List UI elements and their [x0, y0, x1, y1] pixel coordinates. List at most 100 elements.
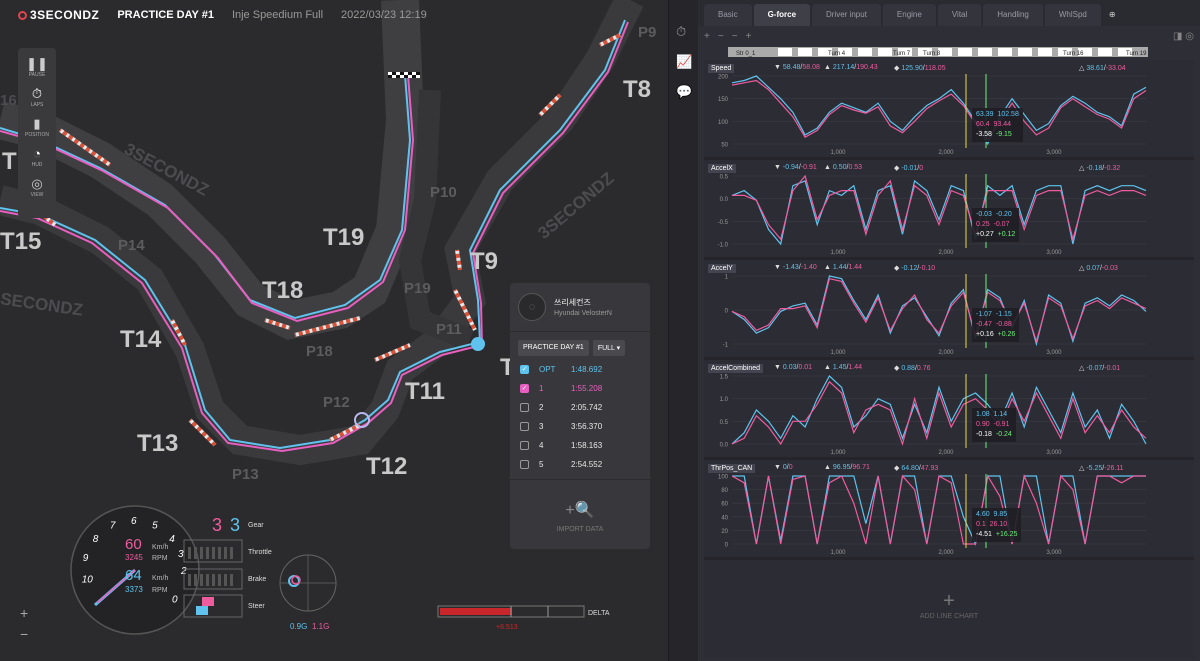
x-tick-label: 1,000: [830, 550, 846, 556]
turn-segment: [998, 48, 1012, 56]
zoom-out-icon[interactable]: −: [732, 31, 738, 42]
pause-button[interactable]: ❚❚ PAUSE: [20, 56, 54, 78]
turn-segment-label: Turn 7: [893, 51, 911, 57]
line-chart-speed[interactable]: Speed ▼ 58.48/58.08 ▲ 217.14/190.43 ◆ 125.9…: [704, 60, 1194, 160]
line-chart-accely[interactable]: AccelY ▼ -1.43/-1.40 ▲ 1.44/1.44 ◆ -0.12/-0…: [704, 260, 1194, 360]
delta-bar: [437, 605, 585, 618]
lap-row[interactable]: 2 2:05.742: [510, 398, 650, 417]
turn-strip[interactable]: Str 0_1 Turn 4 Turn 7 Turn 8 Turn 16 Turn 19: [728, 47, 1200, 57]
turn-segment-label: Turn 4: [828, 51, 846, 57]
lap-number: 4: [539, 441, 544, 450]
lap-time: 3:56.370: [571, 422, 603, 431]
lap-checkbox[interactable]: [520, 403, 529, 412]
minus-icon[interactable]: −: [718, 31, 724, 42]
line-chart-accelcombined[interactable]: AccelCombined ▼ 0.03/0.01 ▲ 1.45/1.44 ◆ 0.8…: [704, 360, 1194, 460]
x-tick-label: 3,000: [1046, 250, 1062, 256]
lap-checkbox[interactable]: ✓: [520, 384, 529, 393]
gear-label: Gear: [248, 522, 264, 529]
session-select[interactable]: PRACTICE DAY #1: [518, 340, 589, 356]
tach-tick-label: 8: [93, 534, 99, 545]
plus-icon: +: [943, 590, 955, 612]
add-icon[interactable]: +: [704, 31, 710, 42]
lap-number: 2: [539, 403, 544, 412]
opt-car-marker: [471, 337, 485, 351]
y-tick-label: 60: [721, 502, 728, 508]
tab-vital[interactable]: Vital: [937, 4, 982, 26]
rpm-lap1: 3245: [125, 553, 143, 562]
x-tick-label: 2,000: [938, 450, 954, 456]
lap-row[interactable]: ✓ 1 1:55.208: [510, 379, 650, 398]
y-tick-label: 1.0: [720, 397, 729, 403]
chart-tabs: Basic G-force Driver input Engine Vital Handl…: [698, 0, 1200, 26]
hud-button[interactable]: ◔ HUD: [20, 146, 54, 168]
lap-checkbox[interactable]: [520, 441, 529, 450]
x-tick-label: 2,000: [938, 550, 954, 556]
y-tick-label: 0.0: [720, 443, 729, 449]
mode-select[interactable]: FULL ▾: [592, 340, 626, 356]
line-chart-thrpos_can[interactable]: ThrPos_CAN ▼ 0/0 ▲ 96.95/96.71 ◆ 64.80/47.9…: [704, 460, 1194, 560]
map-icon[interactable]: ◨ ◎: [1173, 31, 1194, 42]
add-tab-button[interactable]: ⊕: [1103, 4, 1122, 26]
tab-engine[interactable]: Engine: [882, 4, 936, 26]
lap-number: 3: [539, 422, 544, 431]
lap-row[interactable]: 3 3:56.370: [510, 417, 650, 436]
chat-icon[interactable]: 💬: [676, 84, 692, 100]
zoom-in-button[interactable]: +: [20, 605, 28, 621]
tab-basic[interactable]: Basic: [704, 4, 752, 26]
turn-segment: [858, 48, 872, 56]
lap-row[interactable]: 5 2:54.552: [510, 455, 650, 474]
y-tick-label: 20: [721, 529, 728, 535]
chart-toolbar: + − − + ◨ ◎: [698, 28, 1200, 44]
line-chart-accelx[interactable]: AccelX ▼ -0.94/-0.91 ▲ 0.50/0.53 ◆ -0.01/0 △…: [704, 160, 1194, 260]
lap-number: 5: [539, 460, 544, 469]
zoom-in-icon[interactable]: +: [746, 31, 752, 42]
tab-driver-input[interactable]: Driver input: [812, 4, 881, 26]
lap-time: 2:54.552: [571, 460, 603, 469]
zoom-out-button[interactable]: −: [20, 626, 28, 642]
tach-tick-label: 5: [152, 521, 158, 532]
rpm-opt: 3373: [125, 585, 143, 594]
driver-car: Hyundai VelosterN: [554, 310, 612, 317]
hud-gauges: 02345678910 60 Km/h 3245 RPM 64 Km/h 337…: [70, 505, 610, 635]
x-tick-label: 3,000: [1046, 450, 1062, 456]
speed-opt: 64: [125, 567, 142, 584]
lap-time: 2:05.742: [571, 403, 603, 412]
series-line-1: [731, 380, 1147, 447]
series-line-opt: [731, 179, 1147, 246]
view-button[interactable]: ◎ VIEW: [20, 176, 54, 198]
lap-checkbox[interactable]: ✓: [520, 365, 529, 374]
turn-segment-label: Turn 16: [1063, 51, 1084, 57]
point-label: P19: [404, 280, 431, 297]
y-tick-label: 1: [725, 275, 729, 281]
tach-tick-label: 4: [169, 534, 175, 545]
position-button[interactable]: ▮ POSITION: [20, 116, 54, 138]
tab-whlspd[interactable]: WhlSpd: [1044, 4, 1101, 26]
x-tick-label: 1,000: [830, 250, 846, 256]
lap-time: 1:48.692: [571, 365, 603, 374]
line-chart-icon[interactable]: 📈: [676, 54, 692, 70]
y-tick-label: 80: [721, 488, 728, 494]
session-datetime: 2022/03/23 12:19: [341, 9, 427, 21]
tab-g-force[interactable]: G-force: [753, 4, 811, 26]
laps-button[interactable]: ⏱ LAPS: [20, 86, 54, 108]
delta-value: +6.513: [496, 624, 518, 631]
tach-tick-label: 9: [83, 553, 89, 564]
tach-tick-label: 0: [172, 595, 178, 606]
point-label: P14: [118, 237, 145, 254]
turn-label: T14: [120, 326, 162, 353]
lap-row[interactable]: 4 1:58.163: [510, 436, 650, 455]
stopwatch-icon: ⏱: [31, 86, 43, 101]
lap-checkbox[interactable]: [520, 460, 529, 469]
lap-row[interactable]: ✓ OPT 1:48.692: [510, 360, 650, 379]
lap-checkbox[interactable]: [520, 422, 529, 431]
y-tick-label: 100: [718, 120, 729, 126]
chevron-down-icon: ▾: [616, 345, 621, 352]
add-line-chart-button[interactable]: + ADD LINE CHART: [704, 560, 1194, 658]
tab-handling[interactable]: Handling: [983, 4, 1043, 26]
y-tick-label: 200: [718, 75, 729, 81]
brake-label: Brake: [248, 576, 266, 583]
turn-segment: [878, 48, 892, 56]
stopwatch-icon[interactable]: ⏱: [676, 24, 686, 40]
tach-tick-label: 10: [82, 575, 94, 586]
y-tick-label: -0.5: [718, 220, 729, 226]
